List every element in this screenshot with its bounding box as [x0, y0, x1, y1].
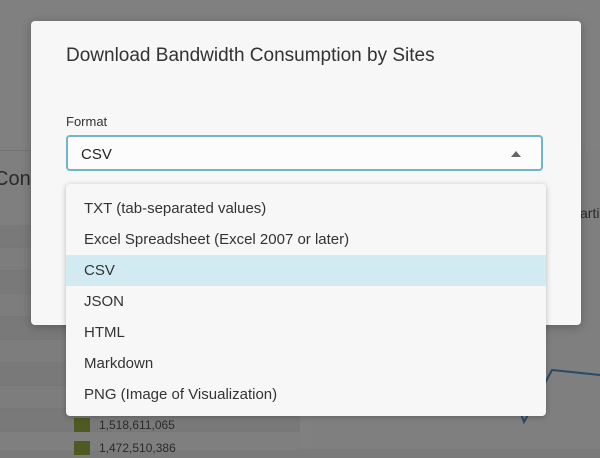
format-option-excel[interactable]: Excel Spreadsheet (Excel 2007 or later): [66, 224, 546, 255]
format-label: Format: [66, 114, 108, 129]
format-dropdown-menu: TXT (tab-separated values) Excel Spreads…: [66, 184, 546, 416]
dialog-title: Download Bandwidth Consumption by Sites: [66, 45, 435, 66]
format-option-txt[interactable]: TXT (tab-separated values): [66, 193, 546, 224]
table-cell-value: 1,518,611,065: [99, 418, 175, 432]
table-row: 1,518,611,065: [74, 415, 175, 435]
background-right-title: arti: [580, 205, 600, 221]
table-cell-value: 1,472,510,386: [99, 441, 176, 455]
format-select[interactable]: CSV: [66, 135, 543, 171]
bar-swatch: [74, 441, 90, 455]
caret-up-icon[interactable]: [511, 151, 521, 157]
format-option-json[interactable]: JSON: [66, 286, 546, 317]
format-option-png[interactable]: PNG (Image of Visualization): [66, 379, 546, 410]
format-select-value: CSV: [81, 146, 112, 163]
bar-swatch: [74, 418, 90, 432]
format-option-csv[interactable]: CSV: [66, 255, 546, 286]
format-option-markdown[interactable]: Markdown: [66, 348, 546, 379]
format-option-html[interactable]: HTML: [66, 317, 546, 348]
table-row: 1,472,510,386: [74, 438, 176, 458]
